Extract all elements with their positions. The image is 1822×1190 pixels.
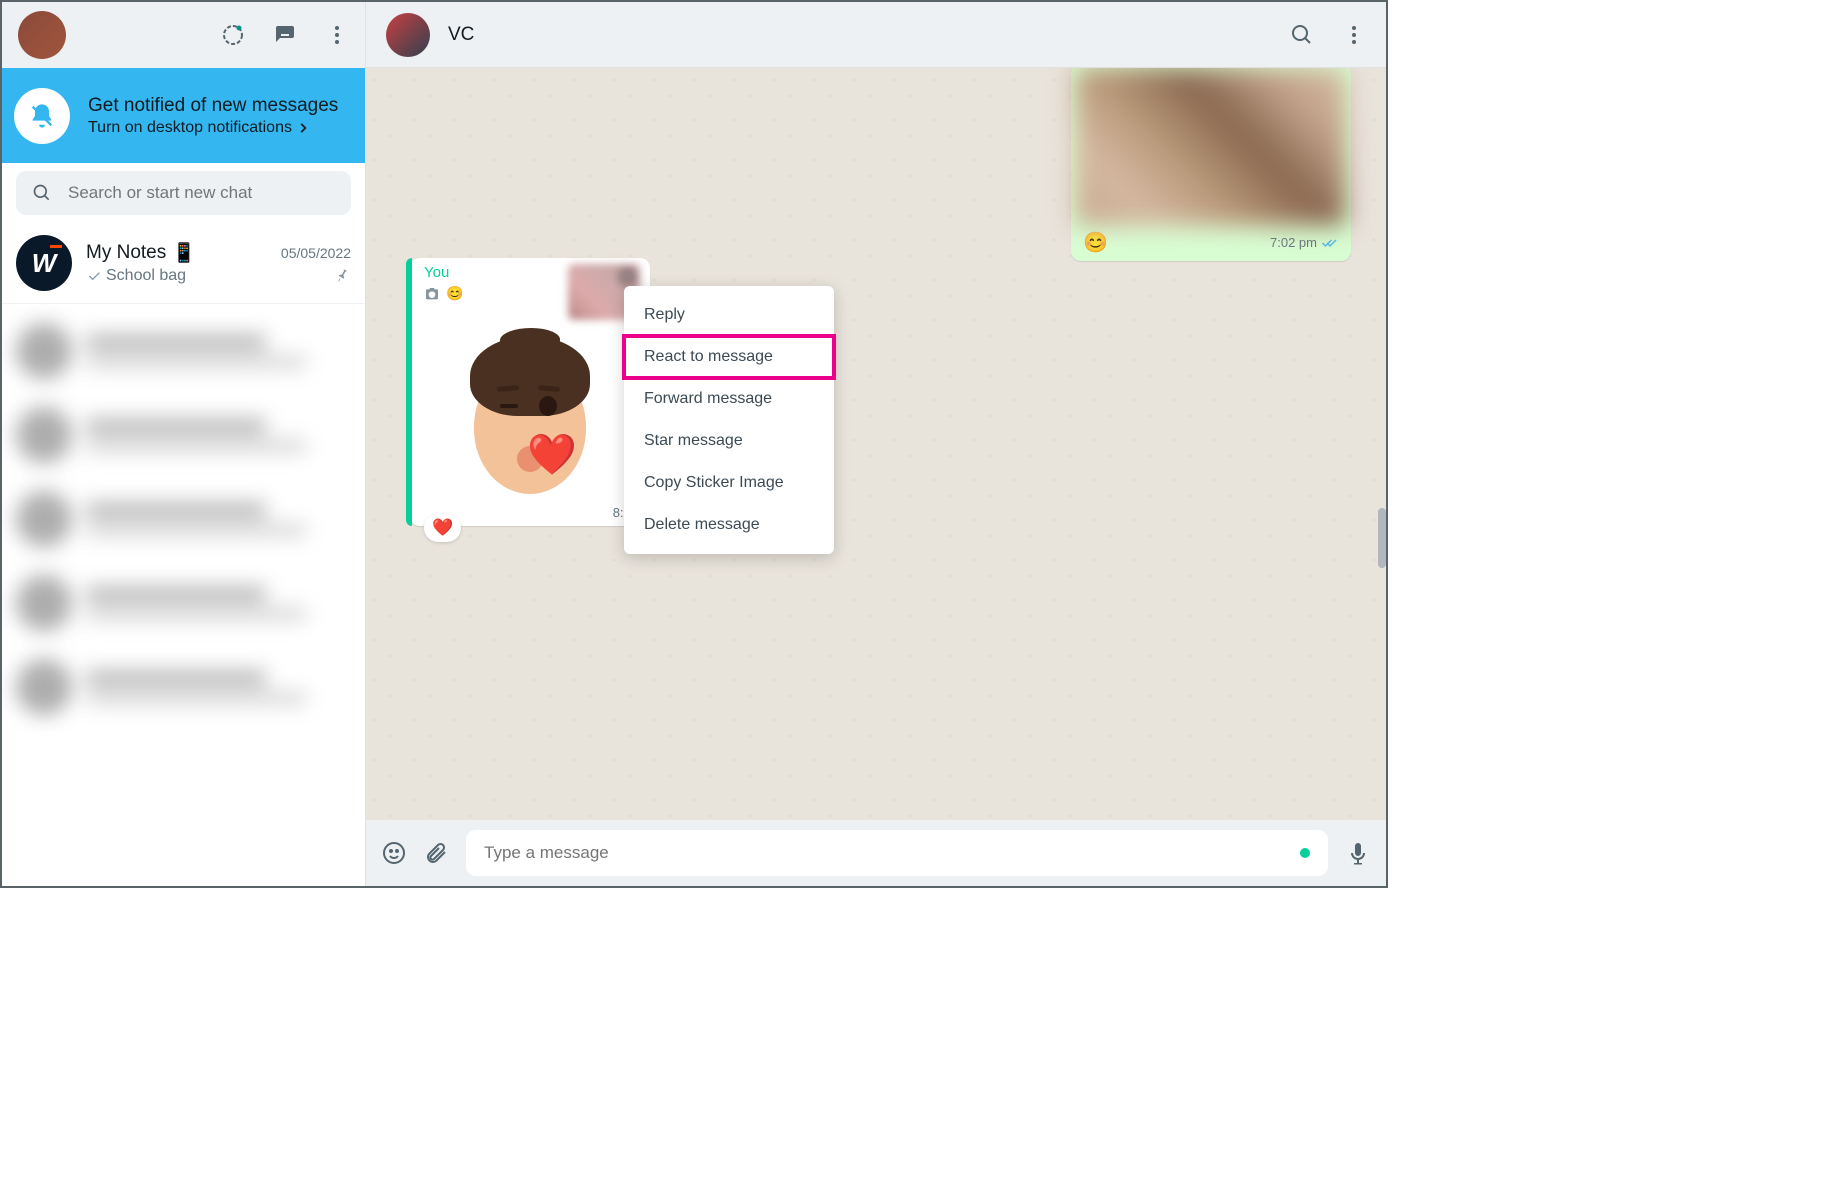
composer-input-wrap[interactable]	[466, 830, 1328, 876]
message-context-menu: Reply React to message Forward message S…	[624, 286, 834, 554]
ctx-forward-message[interactable]: Forward message	[624, 378, 834, 420]
sticker-content: ❤️ 8:21	[410, 324, 650, 526]
chat-date: 05/05/2022	[281, 245, 351, 261]
contact-name: VC	[448, 24, 474, 46]
search-chat-icon[interactable]	[1290, 23, 1314, 47]
chat-panel: VC 😊 7:02 pm	[366, 2, 1386, 886]
message-time: 7:02 pm	[1270, 235, 1339, 250]
chat-item-mynotes[interactable]: W My Notes 📱 05/05/2022 School bag	[2, 223, 365, 304]
notification-title: Get notified of new messages	[88, 95, 349, 117]
blurred-chats	[2, 309, 365, 886]
composer-input[interactable]	[484, 843, 1310, 863]
ctx-copy-sticker-image[interactable]: Copy Sticker Image	[624, 462, 834, 504]
search-box[interactable]	[16, 171, 351, 215]
ctx-star-message[interactable]: Star message	[624, 420, 834, 462]
status-icon[interactable]	[221, 23, 245, 47]
chat-preview: School bag	[86, 267, 186, 285]
reply-sender: You	[424, 264, 463, 281]
message-reaction[interactable]: ❤️	[424, 514, 461, 542]
notification-banner[interactable]: Get notified of new messages Turn on des…	[2, 68, 365, 163]
scrollbar[interactable]	[1378, 134, 1386, 754]
chat-avatar: W	[16, 235, 72, 291]
chat-name: My Notes 📱	[86, 241, 196, 265]
sidebar: Get notified of new messages Turn on des…	[2, 2, 366, 886]
read-checkmarks-icon	[1321, 236, 1339, 250]
outgoing-message[interactable]: 😊 7:02 pm	[1071, 68, 1351, 261]
ctx-reply[interactable]: Reply	[624, 294, 834, 336]
incoming-message[interactable]: You 😊	[410, 258, 650, 526]
recording-indicator	[1300, 848, 1310, 858]
chat-header[interactable]: VC	[366, 2, 1386, 68]
search-icon	[32, 183, 52, 203]
ctx-delete-message[interactable]: Delete message	[624, 504, 834, 546]
camera-icon	[424, 286, 440, 302]
sidebar-header	[2, 2, 365, 68]
check-icon	[86, 268, 102, 284]
attach-icon[interactable]	[424, 841, 448, 865]
contact-avatar[interactable]	[386, 13, 430, 57]
messages-area: 😊 7:02 pm You	[366, 68, 1386, 820]
message-composer	[366, 820, 1386, 886]
notification-subtitle: Turn on desktop notifications	[88, 119, 349, 137]
chat-menu-icon[interactable]	[1342, 23, 1366, 47]
menu-icon[interactable]	[325, 23, 349, 47]
message-image	[1075, 68, 1347, 226]
emoji-picker-icon[interactable]	[382, 841, 406, 865]
ctx-react-to-message[interactable]: React to message	[624, 336, 834, 378]
chat-list: W My Notes 📱 05/05/2022 School bag	[2, 223, 365, 886]
bell-icon	[14, 88, 70, 144]
pin-icon	[333, 267, 351, 285]
my-avatar[interactable]	[18, 11, 66, 59]
message-caption-emoji: 😊	[1083, 230, 1108, 255]
new-chat-icon[interactable]	[273, 23, 297, 47]
reply-preview: 😊	[424, 285, 463, 302]
mic-icon[interactable]	[1346, 841, 1370, 865]
search-input[interactable]	[68, 183, 335, 203]
chevron-down-icon[interactable]	[618, 268, 636, 286]
